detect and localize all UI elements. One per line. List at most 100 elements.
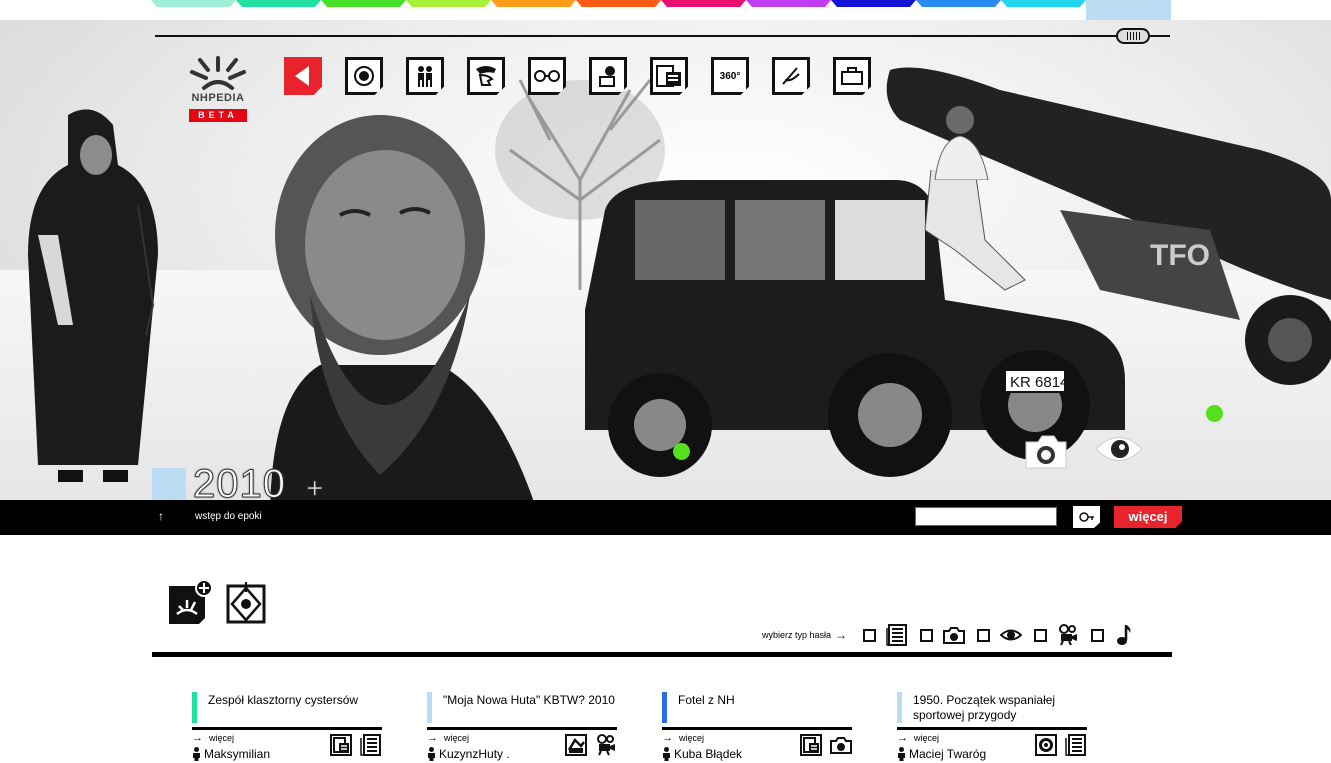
arrow-up-icon[interactable]: ↑ (158, 509, 164, 523)
svg-text:TFO: TFO (1150, 239, 1210, 272)
category-tab[interactable] (831, 0, 916, 7)
card-rule (427, 727, 617, 730)
more-button[interactable]: więcej (1114, 506, 1182, 528)
record-icon (1035, 734, 1057, 756)
filter-checkbox[interactable] (920, 628, 934, 642)
logo-mark-icon (190, 56, 246, 90)
sitting-man-head (934, 106, 989, 180)
glasses-icon[interactable] (528, 57, 566, 95)
category-tab[interactable] (576, 0, 661, 7)
category-tab[interactable] (491, 0, 576, 7)
person-icon (193, 747, 200, 761)
search-button[interactable] (1073, 506, 1100, 528)
hotspot-dot[interactable] (1206, 405, 1223, 422)
card-type-icons (565, 734, 617, 756)
people-icon[interactable] (406, 57, 444, 95)
text-icon (886, 624, 908, 646)
category-tab[interactable] (151, 0, 236, 7)
card-type-icons (1035, 734, 1087, 756)
beta-badge: BETA (189, 109, 247, 122)
arrow-right-icon: → (662, 732, 673, 744)
camera-icon[interactable] (1022, 432, 1072, 472)
card-type-icons (800, 734, 852, 756)
svg-text:KR 6814: KR 6814 (1010, 374, 1068, 391)
filter-photo[interactable] (920, 624, 966, 646)
card-accent (897, 692, 902, 723)
card-more-label: więcej (679, 733, 705, 743)
card-more-link[interactable]: → więcej (427, 732, 469, 744)
record-icon[interactable] (345, 57, 383, 95)
document-hand-icon[interactable] (772, 57, 810, 95)
category-tab[interactable] (916, 0, 1001, 7)
filter-music[interactable] (1091, 624, 1136, 646)
era-intro-link[interactable]: wstęp do epoki (195, 511, 262, 522)
camera-icon (943, 627, 966, 644)
person-icon (898, 747, 905, 761)
card-more-link[interactable]: → więcej (192, 732, 234, 744)
back-icon[interactable] (284, 57, 322, 95)
card-title[interactable]: Fotel z NH (678, 693, 850, 708)
search-input[interactable] (915, 507, 1057, 526)
category-tab[interactable] (406, 0, 491, 7)
category-tab-current[interactable] (1086, 0, 1171, 21)
entry-card[interactable]: Zespół klasztorny cystersów → więcej Maksym… (192, 692, 382, 763)
filter-checkbox[interactable] (1091, 628, 1105, 642)
filter-checkbox[interactable] (863, 628, 877, 642)
arrow-right-icon: → (835, 628, 848, 642)
card-title[interactable]: Zespół klasztorny cystersów (208, 693, 380, 708)
card-author-name: Maksymilian (204, 747, 271, 761)
card-author[interactable]: Maksymilian (192, 747, 270, 761)
card-author[interactable]: Kuba Błądek (662, 747, 742, 761)
card-title[interactable]: 1950. Początek wspaniałej sportowej przy… (913, 693, 1085, 723)
card-rule (192, 727, 382, 730)
card-author[interactable]: Maciej Twaróg (897, 747, 986, 761)
hotspot-dot[interactable] (673, 443, 690, 460)
card-accent (427, 692, 432, 723)
category-tab[interactable] (746, 0, 831, 7)
bearded-man-portrait (270, 115, 534, 500)
filter-text[interactable] (863, 624, 908, 646)
card-rule (897, 727, 1087, 730)
entry-card[interactable]: Fotel z NH → więcej Kuba Błądek (662, 692, 852, 763)
card-author-name: Kuba Błądek (674, 747, 743, 761)
suitcase-icon[interactable] (833, 57, 871, 95)
camera-icon (830, 734, 852, 756)
filter-checkbox[interactable] (977, 628, 991, 642)
entry-card[interactable]: 1950. Początek wspaniałej sportowej przy… (897, 692, 1087, 763)
card-more-label: więcej (444, 733, 470, 743)
card-title[interactable]: "Moja Nowa Huta" KBTW? 2010 (443, 693, 615, 708)
card-accent (662, 692, 667, 723)
category-tab-bar (151, 0, 1086, 7)
nhpedia-logo[interactable]: NHPEDIA BETA (186, 56, 250, 124)
entry-card[interactable]: "Moja Nowa Huta" KBTW? 2010 → więcej Kuzynz… (427, 692, 617, 763)
eye-icon[interactable] (1094, 432, 1144, 472)
results-divider (152, 652, 1172, 657)
category-nav-icons: 360° (284, 57, 894, 95)
building-icon (330, 734, 352, 756)
top-rule (155, 35, 1170, 37)
person-icon (428, 747, 435, 761)
card-more-link[interactable]: → więcej (897, 732, 939, 744)
monk-figure (28, 109, 158, 482)
card-more-link[interactable]: → więcej (662, 732, 704, 744)
map-compass-button[interactable] (226, 582, 266, 624)
category-tab[interactable] (321, 0, 406, 7)
photo-album-icon[interactable] (589, 57, 627, 95)
category-tab[interactable] (236, 0, 321, 7)
filter-view[interactable] (977, 624, 1023, 646)
filter-checkbox[interactable] (1034, 628, 1048, 642)
category-tab[interactable] (1001, 0, 1086, 7)
timeline-scroll-handle[interactable] (1116, 28, 1150, 44)
360-icon[interactable]: 360° (711, 57, 749, 95)
video-camera-icon (595, 734, 617, 756)
music-note-icon (1117, 625, 1131, 645)
building-icon[interactable] (650, 57, 688, 95)
filter-video[interactable] (1034, 624, 1079, 646)
card-author[interactable]: KuzynzHuty . (427, 747, 510, 761)
add-entry-button[interactable] (167, 579, 213, 626)
text-icon (1065, 734, 1087, 756)
entry-type-filter: wybierz typ hasła → (762, 624, 1148, 646)
face-profile-icon[interactable] (467, 57, 505, 95)
category-tab[interactable] (661, 0, 746, 7)
card-accent (192, 692, 197, 723)
